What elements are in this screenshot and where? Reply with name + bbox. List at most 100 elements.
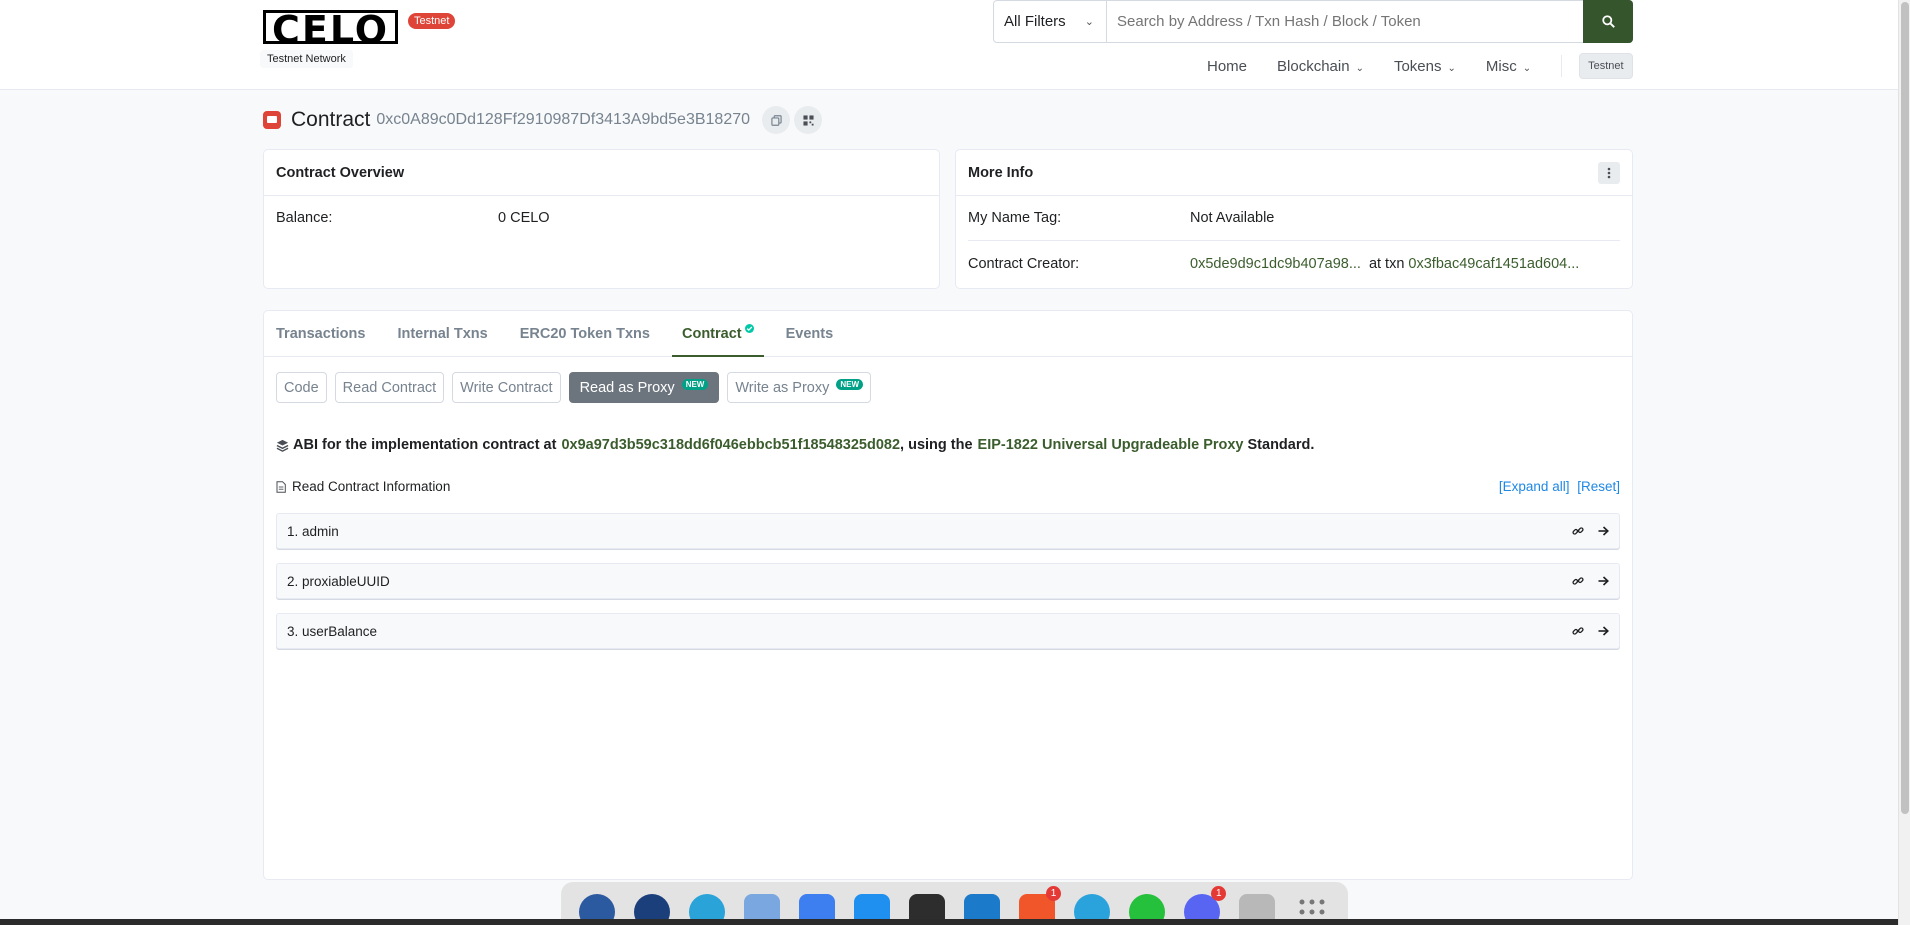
- site-header: CELO Testnet Testnet Network All Filters…: [0, 0, 1898, 90]
- filter-select-value: All Filters: [1004, 13, 1066, 30]
- nav-tokens[interactable]: Tokens ⌄: [1394, 58, 1456, 75]
- document-icon: [276, 480, 286, 493]
- chevron-down-icon: ⌄: [1522, 62, 1532, 74]
- taskbar-edge: [0, 919, 1898, 925]
- name-tag-label: My Name Tag:: [968, 210, 1062, 226]
- more-info-card: More Info My Name Tag: Not Available Con…: [955, 149, 1633, 289]
- network-label: Testnet Network: [260, 50, 353, 68]
- contract-icon: [263, 111, 281, 129]
- tab-erc20-token-txns[interactable]: ERC20 Token Txns: [510, 311, 660, 356]
- tab-internal-txns[interactable]: Internal Txns: [387, 311, 497, 356]
- function-row[interactable]: 1. admin: [276, 513, 1620, 549]
- notification-badge: 1: [1046, 886, 1062, 901]
- card-title: More Info: [956, 150, 1632, 196]
- chevron-down-icon: ⌄: [1355, 62, 1364, 74]
- link-icon[interactable]: [1572, 525, 1584, 537]
- more-options-button[interactable]: [1598, 162, 1620, 184]
- function-label: 1. admin: [287, 523, 339, 539]
- page-title-label: Contract: [291, 108, 371, 131]
- at-txn-text: at txn: [1368, 255, 1405, 272]
- expand-controls: [Expand all] [Reset]: [1499, 479, 1620, 494]
- link-icon[interactable]: [1572, 625, 1584, 637]
- name-tag-row: My Name Tag: Not Available: [968, 196, 1620, 241]
- function-label: 2. proxiableUUID: [287, 573, 390, 589]
- new-badge: NEW: [836, 379, 864, 390]
- tab-contract[interactable]: Contract: [671, 311, 764, 357]
- contract-tabs-card: Transactions Internal Txns ERC20 Token T…: [263, 310, 1633, 880]
- more-info-title: More Info: [968, 164, 1034, 181]
- more-vertical-icon: [1607, 167, 1611, 179]
- nav-home[interactable]: Home: [1207, 58, 1247, 75]
- network-switch-button[interactable]: Testnet: [1579, 53, 1633, 79]
- function-label: 3. userBalance: [287, 623, 378, 639]
- nav-blockchain[interactable]: Blockchain ⌄: [1277, 58, 1364, 75]
- page-scrollbar[interactable]: [1898, 0, 1910, 925]
- name-tag-value: Not Available: [1190, 210, 1275, 226]
- contract-address: 0xc0A89c0Dd128Ff2910987Df3413A9bd5e3B182…: [376, 111, 751, 128]
- qr-code-button[interactable]: [794, 106, 823, 134]
- layers-icon: [276, 439, 289, 452]
- testnet-badge: Testnet: [408, 13, 456, 29]
- nav-divider: [1561, 55, 1563, 77]
- reset-link[interactable]: [Reset]: [1577, 479, 1620, 494]
- page-title: Contract 0xc0A89c0Dd128Ff2910987Df3413A9…: [263, 106, 826, 134]
- read-as-proxy-label: Read as Proxy: [579, 379, 675, 396]
- creator-address-link[interactable]: 0x5de9d9c1dc9b407a98...: [1190, 256, 1361, 272]
- arrow-right-icon[interactable]: [1598, 626, 1609, 636]
- new-badge: NEW: [681, 379, 709, 390]
- creator-row: Contract Creator: 0x5de9d9c1dc9b407a98..…: [968, 241, 1620, 286]
- search-bar: All Filters ⌄: [993, 0, 1633, 43]
- copy-address-button[interactable]: [762, 106, 791, 134]
- balance-row: Balance: 0 CELO: [264, 196, 939, 240]
- card-title: Contract Overview: [264, 150, 939, 196]
- tab-bar: Transactions Internal Txns ERC20 Token T…: [264, 311, 1632, 357]
- link-icon[interactable]: [1572, 575, 1584, 587]
- creator-txn-link[interactable]: 0x3fbac49caf1451ad604...: [1408, 256, 1579, 272]
- arrow-right-icon[interactable]: [1598, 576, 1609, 586]
- write-contract-button[interactable]: Write Contract: [452, 372, 561, 403]
- abi-middle: , using the: [900, 437, 973, 453]
- balance-value: 0 CELO: [498, 210, 550, 226]
- search-icon: [1601, 15, 1615, 28]
- arrow-right-icon[interactable]: [1598, 526, 1609, 536]
- code-button[interactable]: Code: [276, 372, 327, 403]
- logo-area: CELO Testnet: [263, 10, 456, 49]
- read-contract-info: Read Contract Information: [276, 479, 450, 494]
- filter-select[interactable]: All Filters ⌄: [994, 1, 1107, 42]
- notification-badge: 1: [1211, 886, 1227, 901]
- verified-check-icon: [744, 324, 754, 333]
- tab-contract-label: Contract: [681, 325, 742, 342]
- read-as-proxy-button[interactable]: Read as Proxy NEW: [568, 372, 720, 403]
- nav-tokens-label: Tokens: [1393, 57, 1442, 75]
- abi-suffix: Standard.: [1247, 437, 1315, 453]
- search-input[interactable]: [1107, 1, 1583, 42]
- write-as-proxy-button[interactable]: Write as Proxy NEW: [727, 372, 872, 403]
- main-nav: Home Blockchain ⌄ Tokens ⌄ Misc ⌄ Testnet: [1207, 53, 1633, 79]
- implementation-address-link[interactable]: 0x9a97d3b59c318dd6f046ebbcb51f18548325d0…: [561, 437, 900, 453]
- read-contract-button[interactable]: Read Contract: [334, 372, 445, 403]
- abi-prefix: ABI for the implementation contract at: [293, 437, 557, 453]
- tab-transactions[interactable]: Transactions: [276, 311, 375, 356]
- function-row[interactable]: 2. proxiableUUID: [276, 563, 1620, 599]
- search-button[interactable]: [1583, 0, 1633, 43]
- contract-overview-card: Contract Overview Balance: 0 CELO: [263, 149, 940, 289]
- scrollbar-thumb[interactable]: [1901, 2, 1909, 814]
- balance-label: Balance:: [276, 210, 333, 226]
- qr-code-icon: [802, 114, 814, 126]
- creator-label: Contract Creator:: [968, 255, 1080, 272]
- nav-misc[interactable]: Misc ⌄: [1486, 58, 1531, 75]
- nav-misc-label: Misc: [1485, 57, 1517, 75]
- chevron-down-icon: ⌄: [1447, 62, 1456, 74]
- proxy-standard-link[interactable]: EIP-1822 Universal Upgradeable Proxy: [978, 437, 1244, 453]
- expand-all-link[interactable]: [Expand all]: [1499, 479, 1570, 494]
- more-info-body: My Name Tag: Not Available Contract Crea…: [956, 196, 1632, 286]
- chevron-down-icon: ⌄: [1084, 16, 1094, 28]
- tab-events[interactable]: Events: [776, 311, 844, 356]
- nav-blockchain-label: Blockchain: [1277, 57, 1350, 75]
- abi-notice: ABI for the implementation contract at 0…: [276, 437, 1314, 453]
- write-as-proxy-label: Write as Proxy: [735, 379, 830, 396]
- read-contract-info-label: Read Contract Information: [292, 479, 451, 494]
- copy-icon: [770, 114, 782, 126]
- function-row[interactable]: 3. userBalance: [276, 613, 1620, 649]
- celo-logo[interactable]: CELO: [263, 10, 399, 49]
